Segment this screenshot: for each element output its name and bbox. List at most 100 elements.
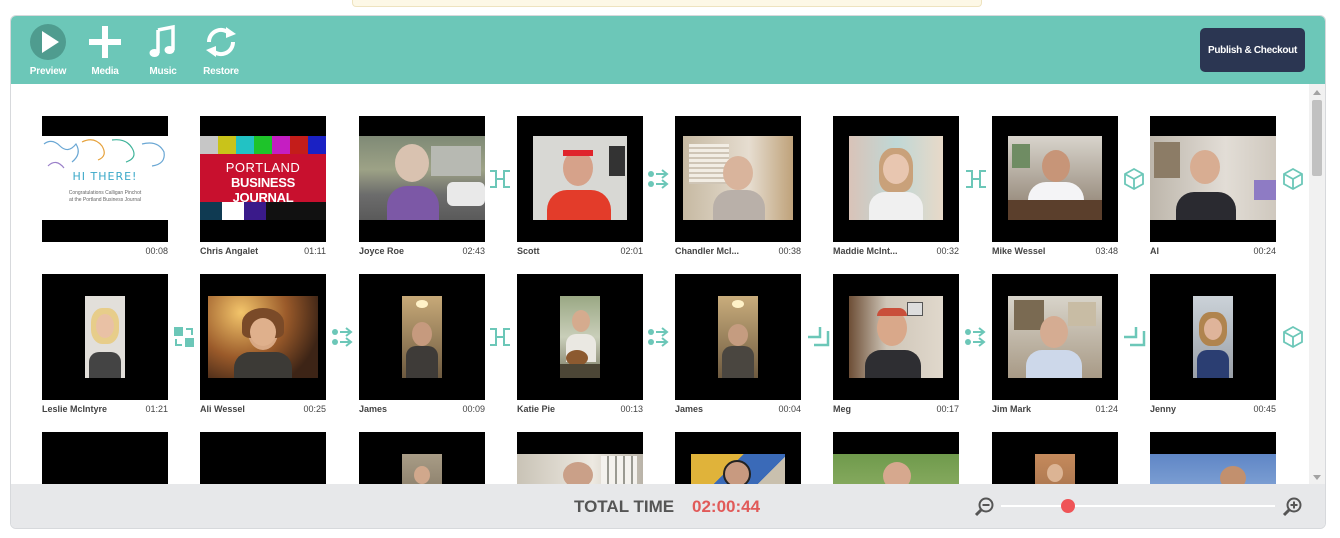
media-button[interactable]: Media bbox=[80, 22, 130, 78]
clip-name: Meg bbox=[833, 404, 851, 414]
clip-tile[interactable]: Meg 00:17 bbox=[833, 274, 959, 420]
corner-icon[interactable] bbox=[806, 325, 830, 349]
bracket-icon[interactable] bbox=[964, 167, 988, 191]
clip-thumbnail[interactable] bbox=[1150, 274, 1276, 400]
zoom-out-icon[interactable] bbox=[973, 496, 995, 518]
clip-name: Leslie McIntyre bbox=[42, 404, 108, 414]
clip-tile[interactable] bbox=[992, 432, 1118, 486]
video-frame bbox=[849, 296, 943, 378]
clip-thumbnail[interactable] bbox=[1150, 432, 1276, 486]
cube-icon[interactable] bbox=[1281, 325, 1305, 349]
footer-bar: TOTAL TIME 02:00:44 bbox=[11, 484, 1325, 528]
zoom-slider-track[interactable] bbox=[1001, 505, 1275, 507]
cube-icon[interactable] bbox=[1281, 167, 1305, 191]
clip-tile[interactable]: Jim Mark 01:24 bbox=[992, 274, 1118, 420]
clip-tile[interactable]: Joyce Roe 02:43 bbox=[359, 116, 485, 262]
video-frame bbox=[402, 454, 442, 486]
clip-tile[interactable]: Maddie McInt... 00:32 bbox=[833, 116, 959, 262]
clip-thumbnail[interactable] bbox=[200, 274, 326, 400]
clip-meta: Al 00:24 bbox=[1150, 246, 1276, 262]
clip-thumbnail[interactable] bbox=[833, 274, 959, 400]
clip-tile[interactable]: Scott 02:01 bbox=[517, 116, 643, 262]
dots-arrows-icon[interactable] bbox=[647, 167, 671, 191]
clip-tile[interactable]: Al 00:24 bbox=[1150, 116, 1276, 262]
clip-duration: 00:04 bbox=[778, 404, 801, 414]
clip-thumbnail[interactable] bbox=[675, 432, 801, 486]
clip-thumbnail[interactable] bbox=[675, 116, 801, 242]
clip-thumbnail[interactable] bbox=[1150, 116, 1276, 242]
vertical-scrollbar[interactable] bbox=[1309, 84, 1325, 486]
media-label: Media bbox=[91, 66, 119, 77]
clip-tile[interactable]: Katie Pie 00:13 bbox=[517, 274, 643, 420]
clip-duration: 01:24 bbox=[1095, 404, 1118, 414]
clip-tile[interactable]: James 00:04 bbox=[675, 274, 801, 420]
restore-button[interactable]: Restore bbox=[196, 22, 246, 78]
swap-icon[interactable] bbox=[172, 325, 196, 349]
clip-thumbnail[interactable] bbox=[517, 116, 643, 242]
clip-thumbnail[interactable] bbox=[359, 116, 485, 242]
clip-meta: Jim Mark 01:24 bbox=[992, 404, 1118, 420]
music-button[interactable]: Music bbox=[138, 22, 188, 78]
dots-arrows-icon[interactable] bbox=[647, 325, 671, 349]
video-frame bbox=[560, 296, 600, 378]
clip-tile[interactable]: PORTLAND BUSINESS JOURNAL Chris Angalet … bbox=[200, 116, 326, 262]
clip-thumbnail[interactable] bbox=[359, 274, 485, 400]
clip-tile[interactable]: Leslie McIntyre 01:21 bbox=[42, 274, 168, 420]
clip-thumbnail[interactable] bbox=[517, 274, 643, 400]
clip-tile[interactable]: Jenny 00:45 bbox=[1150, 274, 1276, 420]
clip-thumbnail[interactable] bbox=[359, 432, 485, 486]
clip-thumbnail[interactable] bbox=[833, 432, 959, 486]
clip-tile[interactable]: HI THERE! Congratulations Calligan Pinch… bbox=[42, 116, 168, 262]
scroll-down-icon[interactable] bbox=[1313, 475, 1321, 480]
cube-icon[interactable] bbox=[1122, 167, 1146, 191]
clip-thumbnail[interactable] bbox=[675, 274, 801, 400]
preview-button[interactable]: Preview bbox=[23, 22, 73, 78]
music-label: Music bbox=[149, 66, 177, 77]
clip-thumbnail[interactable]: HI THERE! Congratulations Calligan Pinch… bbox=[42, 116, 168, 242]
clip-thumbnail[interactable] bbox=[517, 432, 643, 486]
clip-duration: 01:11 bbox=[304, 246, 326, 256]
clip-tile[interactable] bbox=[1150, 432, 1276, 486]
clip-meta: Katie Pie 00:13 bbox=[517, 404, 643, 420]
clip-duration: 02:01 bbox=[620, 246, 643, 256]
clip-name: James bbox=[675, 404, 704, 414]
clip-tile[interactable] bbox=[42, 432, 168, 486]
corner-icon[interactable] bbox=[1122, 325, 1146, 349]
clip-thumbnail[interactable] bbox=[992, 274, 1118, 400]
zoom-in-icon[interactable] bbox=[1281, 496, 1303, 518]
total-time-label: TOTAL TIME bbox=[574, 497, 675, 516]
clip-tile[interactable] bbox=[359, 432, 485, 486]
clip-tile[interactable] bbox=[200, 432, 326, 486]
clip-tile[interactable] bbox=[517, 432, 643, 486]
clip-name: Chandler Mcl... bbox=[675, 246, 740, 256]
publish-checkout-button[interactable]: Publish & Checkout bbox=[1200, 28, 1305, 72]
dots-arrows-icon[interactable] bbox=[331, 325, 355, 349]
clip-tile[interactable]: Chandler Mcl... 00:38 bbox=[675, 116, 801, 262]
scrollbar-thumb[interactable] bbox=[1312, 100, 1322, 176]
clip-tile[interactable]: Mike Wessel 03:48 bbox=[992, 116, 1118, 262]
clip-name: James bbox=[359, 404, 388, 414]
bracket-icon[interactable] bbox=[488, 325, 512, 349]
clip-tile[interactable]: James 00:09 bbox=[359, 274, 485, 420]
bracket-icon[interactable] bbox=[488, 167, 512, 191]
intro-card: HI THERE! Congratulations Calligan Pinch… bbox=[42, 136, 168, 220]
clip-thumbnail[interactable] bbox=[42, 274, 168, 400]
clip-thumbnail[interactable] bbox=[833, 116, 959, 242]
clip-name: Jenny bbox=[1150, 404, 1177, 414]
clip-thumbnail[interactable]: PORTLAND BUSINESS JOURNAL bbox=[200, 116, 326, 242]
restore-label: Restore bbox=[203, 66, 239, 77]
scroll-up-icon[interactable] bbox=[1313, 90, 1321, 95]
dots-arrows-icon[interactable] bbox=[964, 325, 988, 349]
clip-thumbnail[interactable] bbox=[42, 432, 168, 486]
clip-meta: Scott 02:01 bbox=[517, 246, 643, 262]
clip-thumbnail[interactable] bbox=[992, 116, 1118, 242]
clip-thumbnail[interactable] bbox=[200, 432, 326, 486]
clip-tile[interactable] bbox=[833, 432, 959, 486]
video-frame bbox=[1150, 454, 1276, 486]
zoom-slider-knob[interactable] bbox=[1061, 499, 1075, 513]
clip-tile[interactable] bbox=[675, 432, 801, 486]
clip-duration: 00:45 bbox=[1253, 404, 1276, 414]
video-frame bbox=[1008, 136, 1102, 220]
clip-thumbnail[interactable] bbox=[992, 432, 1118, 486]
clip-tile[interactable]: Ali Wessel 00:25 bbox=[200, 274, 326, 420]
